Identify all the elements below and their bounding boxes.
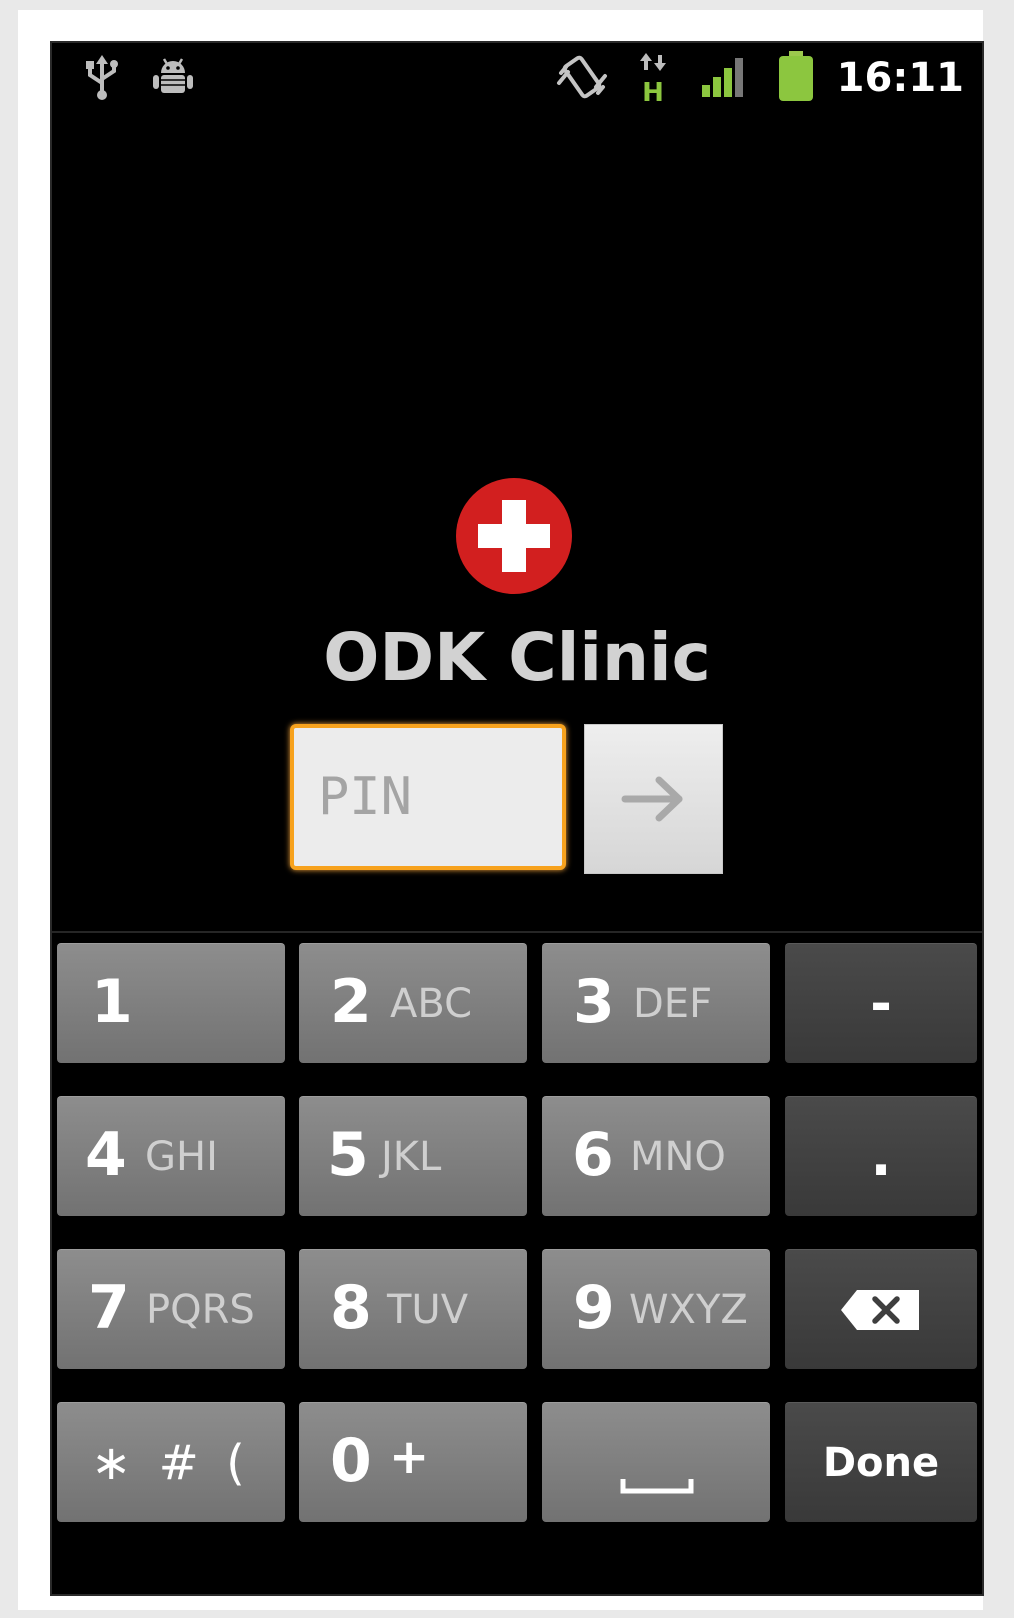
- key-5[interactable]: 5 JKL: [299, 1096, 527, 1216]
- key-letters: DEF: [633, 981, 713, 1027]
- key-symbols[interactable]: ∗ # (: [57, 1402, 285, 1522]
- vibrate-icon: [557, 55, 607, 99]
- key-9[interactable]: 9 WXYZ: [542, 1249, 770, 1369]
- usb-icon: [86, 55, 118, 100]
- app-title: ODK Clinic: [323, 619, 711, 696]
- signal-strength-icon: [702, 58, 743, 97]
- key-number: 4: [85, 1120, 127, 1190]
- phone-screen: H 16:11 ODK Clinic 1 2 ABC 3 DEF - 4 GHI…: [50, 41, 984, 1596]
- arrow-right-icon: [621, 776, 682, 822]
- key-dash[interactable]: -: [785, 943, 977, 1063]
- hspa-data-icon: H: [640, 53, 666, 103]
- key-letters: MNO: [630, 1134, 726, 1180]
- done-key[interactable]: Done: [785, 1402, 977, 1522]
- key-number: 0: [330, 1426, 372, 1496]
- key-8[interactable]: 8 TUV: [299, 1249, 527, 1369]
- key-number: 1: [91, 967, 133, 1037]
- data-type-label: H: [642, 78, 664, 103]
- key-7[interactable]: 7 PQRS: [57, 1249, 285, 1369]
- backspace-icon: [841, 1289, 919, 1330]
- key-letters: ABC: [390, 981, 473, 1027]
- key-number: 3: [573, 967, 615, 1037]
- key-number: 5: [327, 1120, 369, 1190]
- key-label: .: [870, 1124, 892, 1189]
- login-button[interactable]: [584, 724, 723, 874]
- red-cross-icon: [456, 478, 572, 594]
- key-number: 6: [572, 1120, 614, 1190]
- key-number: 7: [88, 1273, 130, 1343]
- key-6[interactable]: 6 MNO: [542, 1096, 770, 1216]
- key-period[interactable]: .: [785, 1096, 977, 1216]
- key-number: 2: [330, 967, 372, 1037]
- key-letters: JKL: [381, 1134, 442, 1180]
- key-0[interactable]: 0 +: [299, 1402, 527, 1522]
- numeric-keyboard: 1 2 ABC 3 DEF - 4 GHI 5 JKL 6 MNO . 7 PQ…: [52, 933, 982, 1594]
- key-number: 8: [330, 1273, 372, 1343]
- key-letters: GHI: [145, 1134, 218, 1180]
- status-bar: H 16:11: [52, 43, 982, 119]
- battery-icon: [779, 51, 813, 101]
- key-letters: WXYZ: [629, 1287, 748, 1333]
- key-3[interactable]: 3 DEF: [542, 943, 770, 1063]
- key-letters: TUV: [387, 1287, 469, 1333]
- key-label: Done: [822, 1439, 940, 1486]
- key-backspace[interactable]: [785, 1249, 977, 1369]
- pin-input[interactable]: [290, 724, 566, 870]
- key-letters: PQRS: [146, 1287, 255, 1333]
- key-4[interactable]: 4 GHI: [57, 1096, 285, 1216]
- space-icon: [620, 1479, 694, 1494]
- key-2[interactable]: 2 ABC: [299, 943, 527, 1063]
- key-1[interactable]: 1: [57, 943, 285, 1063]
- key-label: ∗ # (: [91, 1434, 251, 1491]
- android-debug-icon: [153, 58, 193, 93]
- status-time: 16:11: [836, 55, 964, 101]
- key-number: 9: [573, 1273, 615, 1343]
- key-space[interactable]: [542, 1402, 770, 1522]
- key-letters: +: [389, 1429, 430, 1485]
- key-icon-wrap: [785, 1250, 977, 1369]
- key-label: -: [870, 973, 892, 1034]
